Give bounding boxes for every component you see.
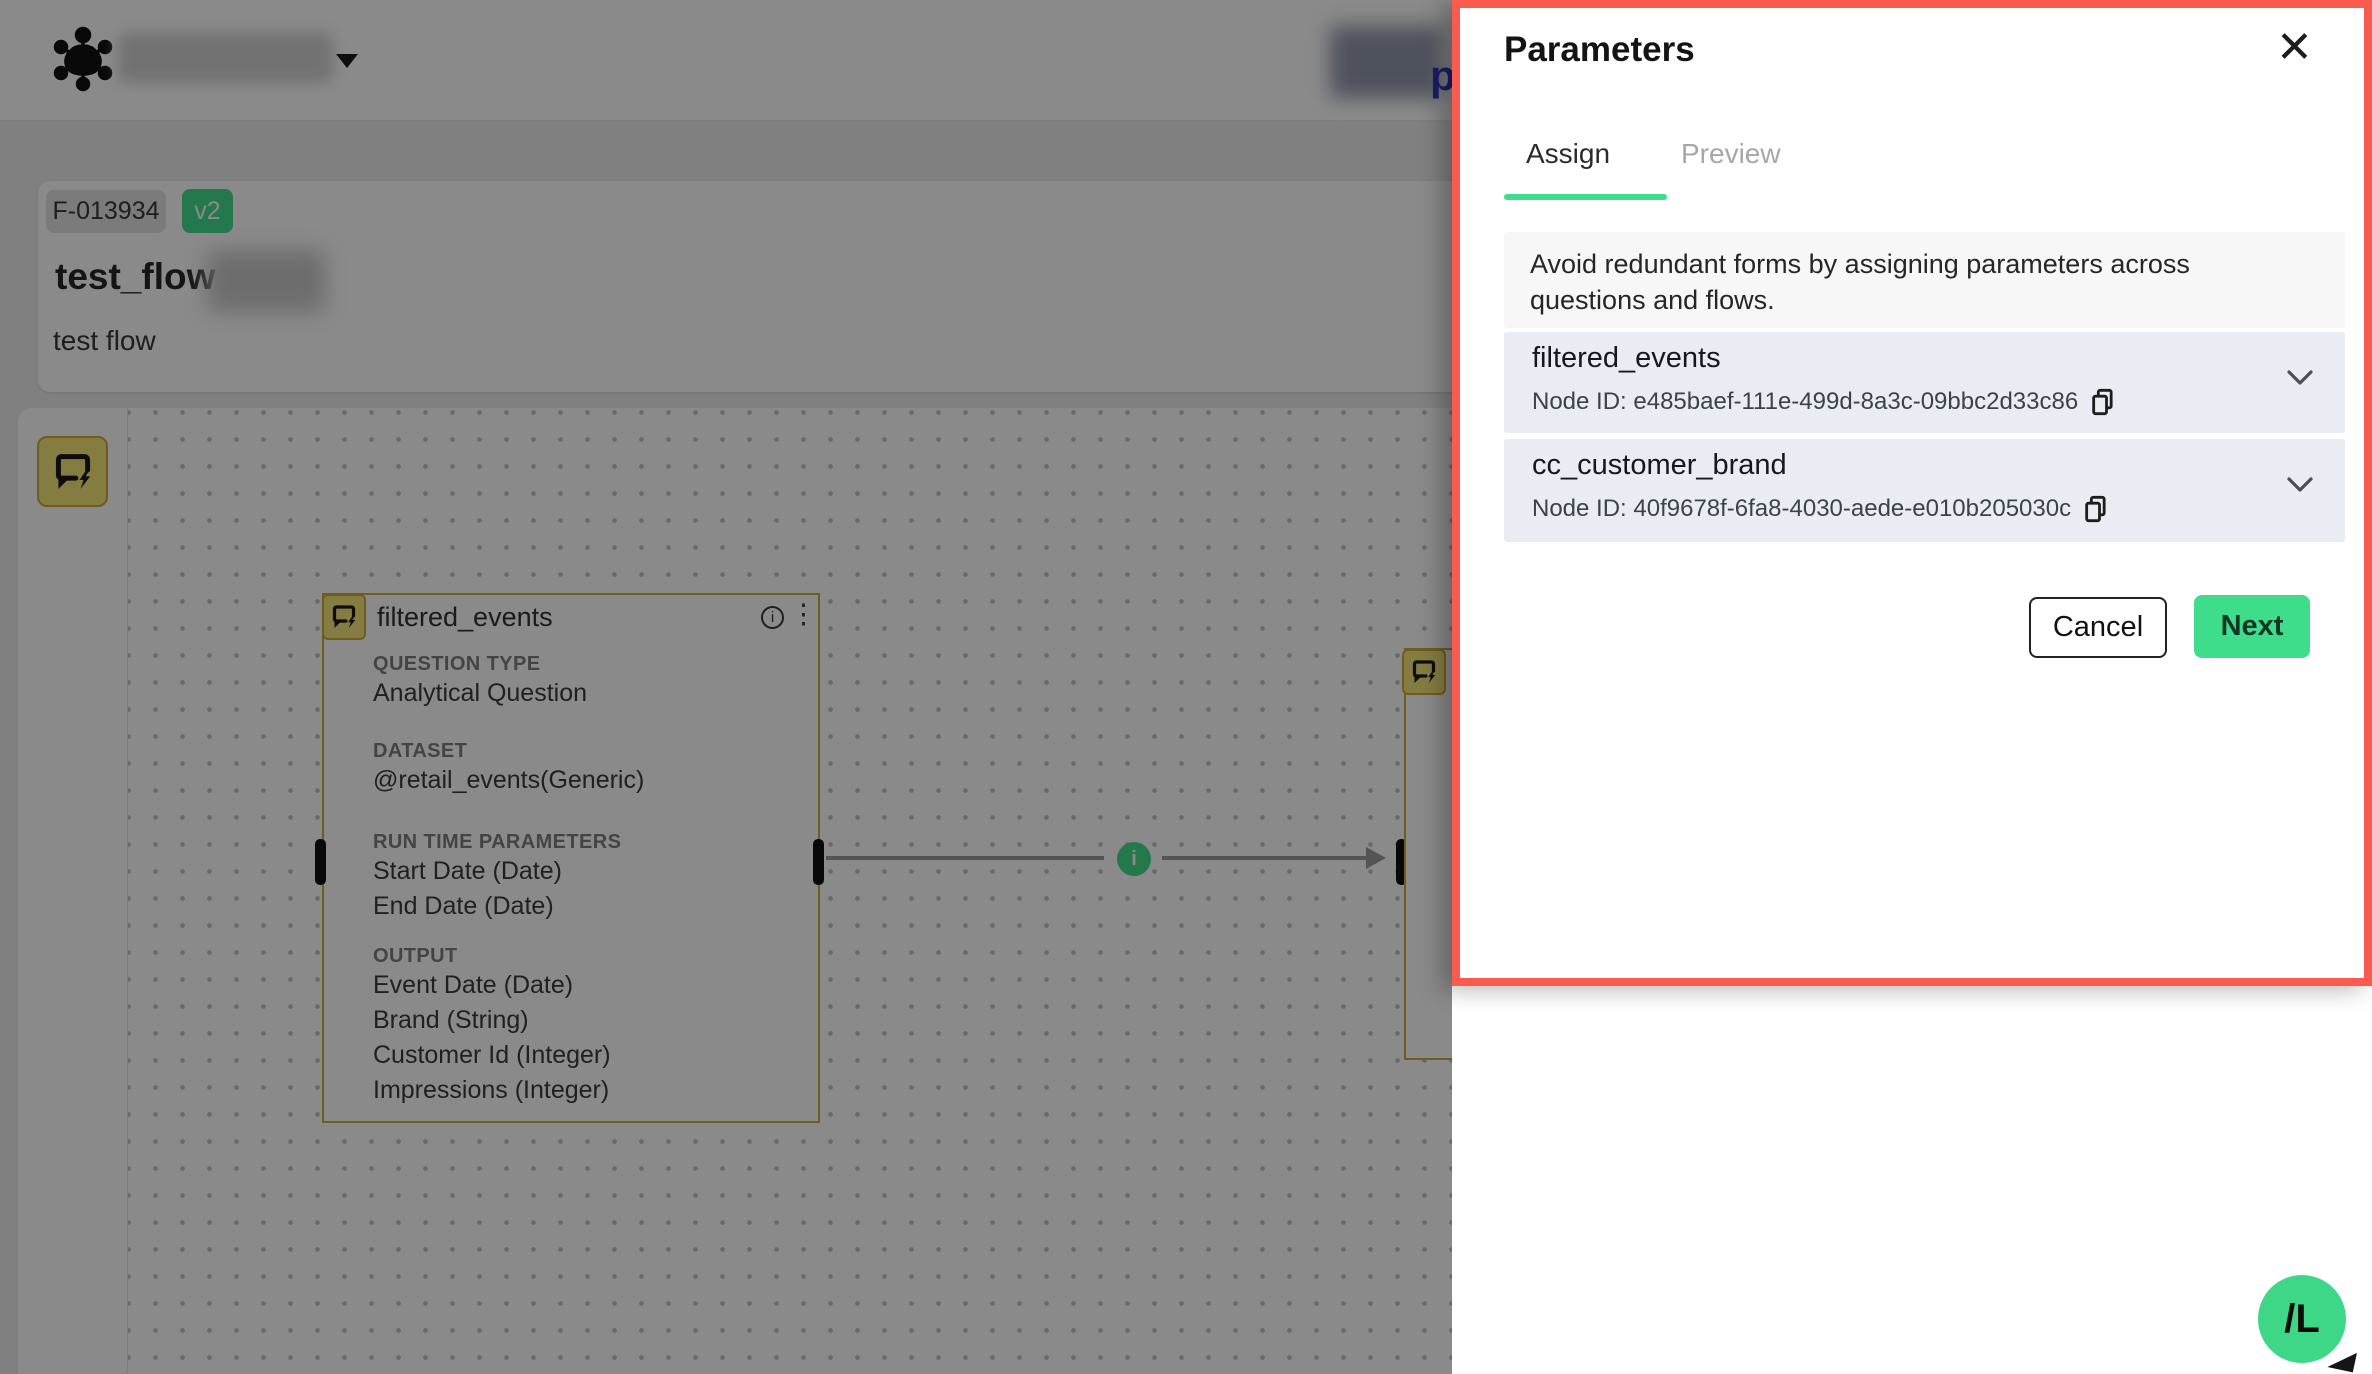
info-banner: Avoid redundant forms by assigning param… — [1504, 232, 2345, 328]
screen: p F-013934 v2 test_flow test flow — [0, 0, 2372, 1374]
parameter-item-cc-customer-brand[interactable]: cc_customer_brand Node ID: 40f9678f-6fa8… — [1504, 439, 2345, 542]
copy-icon[interactable] — [2090, 388, 2116, 416]
tab-assign[interactable]: Assign — [1526, 138, 1610, 170]
chevron-down-icon[interactable] — [2285, 475, 2315, 495]
modal-dim-overlay[interactable] — [0, 0, 1452, 1374]
panel-title: Parameters — [1504, 30, 1695, 70]
tab-preview[interactable]: Preview — [1681, 138, 1781, 170]
close-icon[interactable]: ✕ — [2276, 24, 2313, 72]
chevron-down-icon[interactable] — [2285, 368, 2315, 388]
copy-icon[interactable] — [2083, 495, 2109, 523]
node-id-text: Node ID: 40f9678f-6fa8-4030-aede-e010b20… — [1532, 495, 2071, 523]
parameter-item-filtered-events[interactable]: filtered_events Node ID: e485baef-111e-4… — [1504, 332, 2345, 433]
info-banner-text: Avoid redundant forms by assigning param… — [1530, 246, 2220, 318]
parameters-panel: Parameters ✕ Assign Preview Avoid redund… — [1452, 0, 2372, 986]
parameter-name: filtered_events — [1532, 342, 1721, 375]
next-button[interactable]: Next — [2194, 595, 2310, 658]
chat-launcher-button[interactable]: /L — [2258, 1275, 2346, 1363]
chat-launcher-label: /L — [2284, 1297, 2320, 1342]
active-tab-indicator — [1504, 194, 1667, 200]
node-id-text: Node ID: e485baef-111e-499d-8a3c-09bbc2d… — [1532, 388, 2078, 416]
cancel-button[interactable]: Cancel — [2029, 597, 2167, 658]
parameter-name: cc_customer_brand — [1532, 449, 1787, 482]
